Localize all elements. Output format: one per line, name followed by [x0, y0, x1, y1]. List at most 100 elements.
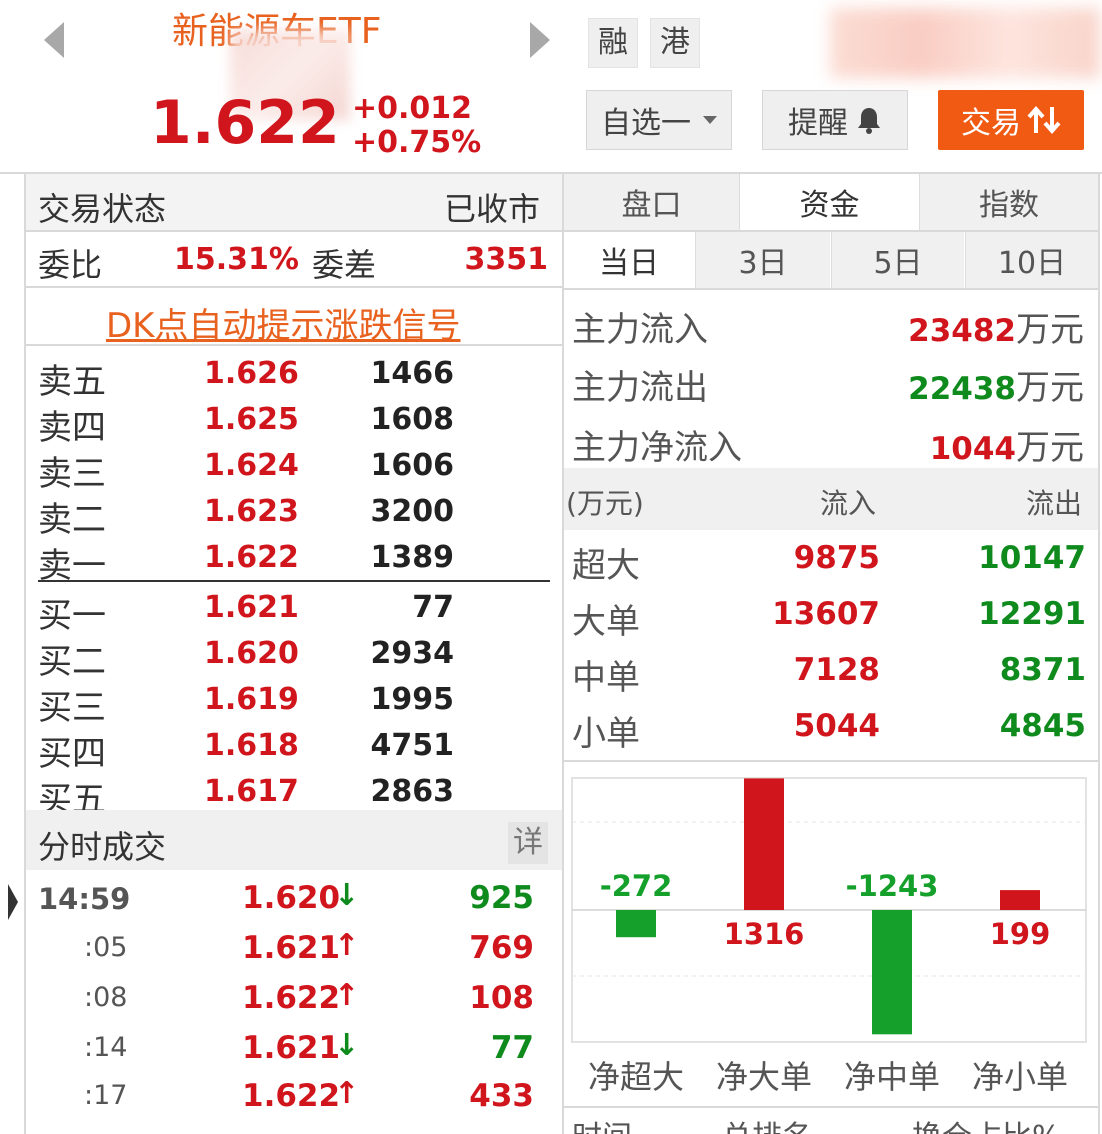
main-net-value: 1044 [929, 431, 1016, 467]
bar-净超大 [616, 910, 656, 938]
hk-connect-tag[interactable]: 港 [650, 18, 700, 68]
tab-3day[interactable]: 3日 [695, 232, 830, 288]
level-volume: 1389 [370, 540, 455, 575]
level-name: 卖二 [38, 500, 106, 540]
last-price: 1.622 [150, 88, 340, 158]
level-volume: 1466 [370, 356, 455, 391]
tab-today[interactable]: 当日 [564, 232, 694, 288]
ticks-detail-button[interactable]: 详 [508, 822, 548, 864]
level-volume: 2863 [370, 774, 455, 809]
category-label: 净大单 [716, 1058, 812, 1096]
level-volume: 3200 [370, 494, 455, 529]
change-amount: +0.012 [352, 91, 473, 126]
flow-in-value: 9875 [793, 540, 880, 576]
alert-label: 提醒 [788, 106, 848, 141]
level-price: 1.626 [204, 356, 299, 391]
alert-button[interactable]: 提醒 [762, 90, 908, 150]
tick-volume: 77 [490, 1030, 534, 1066]
arrow-up-icon: ↑ [334, 928, 360, 963]
bar-value-label: 1316 [724, 917, 805, 951]
tab-orderbook[interactable]: 盘口 [564, 174, 740, 230]
tick-price: 1.622 [242, 1078, 341, 1114]
footer-col-time: 时间 [572, 1112, 632, 1134]
unit-label: 万元 [1016, 310, 1084, 350]
level-name: 买二 [38, 642, 106, 682]
trade-button[interactable]: 交易 [938, 90, 1084, 150]
flow-out-value: 12291 [978, 596, 1086, 632]
footer-col-rank: 总排名 [722, 1112, 812, 1134]
category-label: 净中单 [844, 1058, 940, 1096]
bell-icon [858, 108, 880, 134]
flow-category: 中单 [572, 658, 640, 698]
category-label: 净小单 [972, 1058, 1068, 1096]
arrow-up-icon: ↑ [334, 978, 360, 1013]
tick-time: :05 [84, 932, 128, 963]
arrow-up-icon: ↑ [334, 1076, 360, 1111]
main-outflow: 22438万元 [908, 360, 1084, 409]
flow-category: 超大 [572, 546, 640, 586]
order-ratio-label: 委比 [38, 246, 103, 284]
level-name: 买一 [38, 596, 106, 636]
bar-净小单 [1000, 890, 1040, 910]
footer-col-ratio: 换仓占比% [912, 1112, 1061, 1134]
flow-in-value: 13607 [772, 596, 880, 632]
order-diff-label: 委差 [312, 246, 377, 284]
level-price: 1.623 [204, 494, 299, 529]
price-change: +0.012 +0.75% [352, 92, 481, 160]
tick-volume: 433 [469, 1078, 534, 1114]
order-ratio-value: 15.31% [174, 242, 299, 277]
swap-arrows-icon [1027, 105, 1061, 135]
level-name: 卖五 [38, 362, 106, 402]
prev-stock-arrow-icon[interactable] [44, 22, 64, 58]
tick-time: :14 [84, 1032, 128, 1063]
unit-label: 万元 [1016, 368, 1084, 408]
next-stock-arrow-icon[interactable] [530, 22, 550, 58]
level-volume: 1606 [370, 448, 455, 483]
tab-10day[interactable]: 10日 [965, 232, 1098, 288]
level-price: 1.619 [204, 682, 299, 717]
tab-funds[interactable]: 资金 [741, 174, 918, 230]
redacted-blur-right [830, 8, 1100, 78]
net-flow-chart: -272 净超大 1316 净大单 -1243 净中单 199 净小单 [571, 777, 1087, 1096]
level-volume: 4751 [370, 728, 455, 763]
tick-price: 1.620 [242, 880, 341, 916]
flow-out-value: 8371 [999, 652, 1086, 688]
watchlist-label: 自选一 [601, 106, 691, 141]
tick-price: 1.621 [242, 1030, 341, 1066]
tick-price: 1.622 [242, 980, 341, 1016]
watchlist-dropdown[interactable]: 自选一 [586, 90, 732, 150]
tick-volume: 925 [469, 880, 534, 916]
main-inflow-value: 23482 [908, 313, 1016, 349]
level-price: 1.621 [204, 590, 299, 625]
side-collapse-handle[interactable] [8, 884, 18, 920]
arrow-down-icon: ↓ [334, 878, 360, 913]
tab-5day[interactable]: 5日 [831, 232, 964, 288]
level-price: 1.624 [204, 448, 299, 483]
bar-value-label: 199 [990, 917, 1051, 951]
main-net-label: 主力净流入 [572, 428, 742, 468]
margin-tag[interactable]: 融 [588, 18, 638, 68]
bar-净大单 [744, 778, 784, 910]
change-percent: +0.75% [352, 125, 482, 160]
main-outflow-value: 22438 [908, 371, 1016, 407]
dk-signal-link[interactable]: DK点自动提示涨跌信号 [106, 298, 460, 347]
trade-status-value: 已收市 [444, 190, 541, 228]
tick-time: :17 [84, 1080, 128, 1111]
flow-in-value: 5044 [793, 708, 880, 744]
level-price: 1.617 [204, 774, 299, 809]
flow-out-value: 4845 [999, 708, 1086, 744]
flow-category: 大单 [572, 602, 640, 642]
category-label: 净超大 [588, 1058, 684, 1096]
tab-index[interactable]: 指数 [919, 174, 1098, 230]
tick-time: :08 [84, 982, 128, 1013]
bar-value-label: -1243 [846, 869, 939, 903]
level-price: 1.625 [204, 402, 299, 437]
main-outflow-label: 主力流出 [572, 368, 708, 408]
level-volume: 1995 [370, 682, 455, 717]
order-diff-value: 3351 [464, 242, 549, 277]
trade-status-label: 交易状态 [38, 190, 167, 228]
arrow-down-icon: ↓ [334, 1028, 360, 1063]
bar-净中单 [872, 910, 912, 1035]
level-name: 卖四 [38, 408, 106, 448]
tick-volume: 769 [469, 930, 534, 966]
